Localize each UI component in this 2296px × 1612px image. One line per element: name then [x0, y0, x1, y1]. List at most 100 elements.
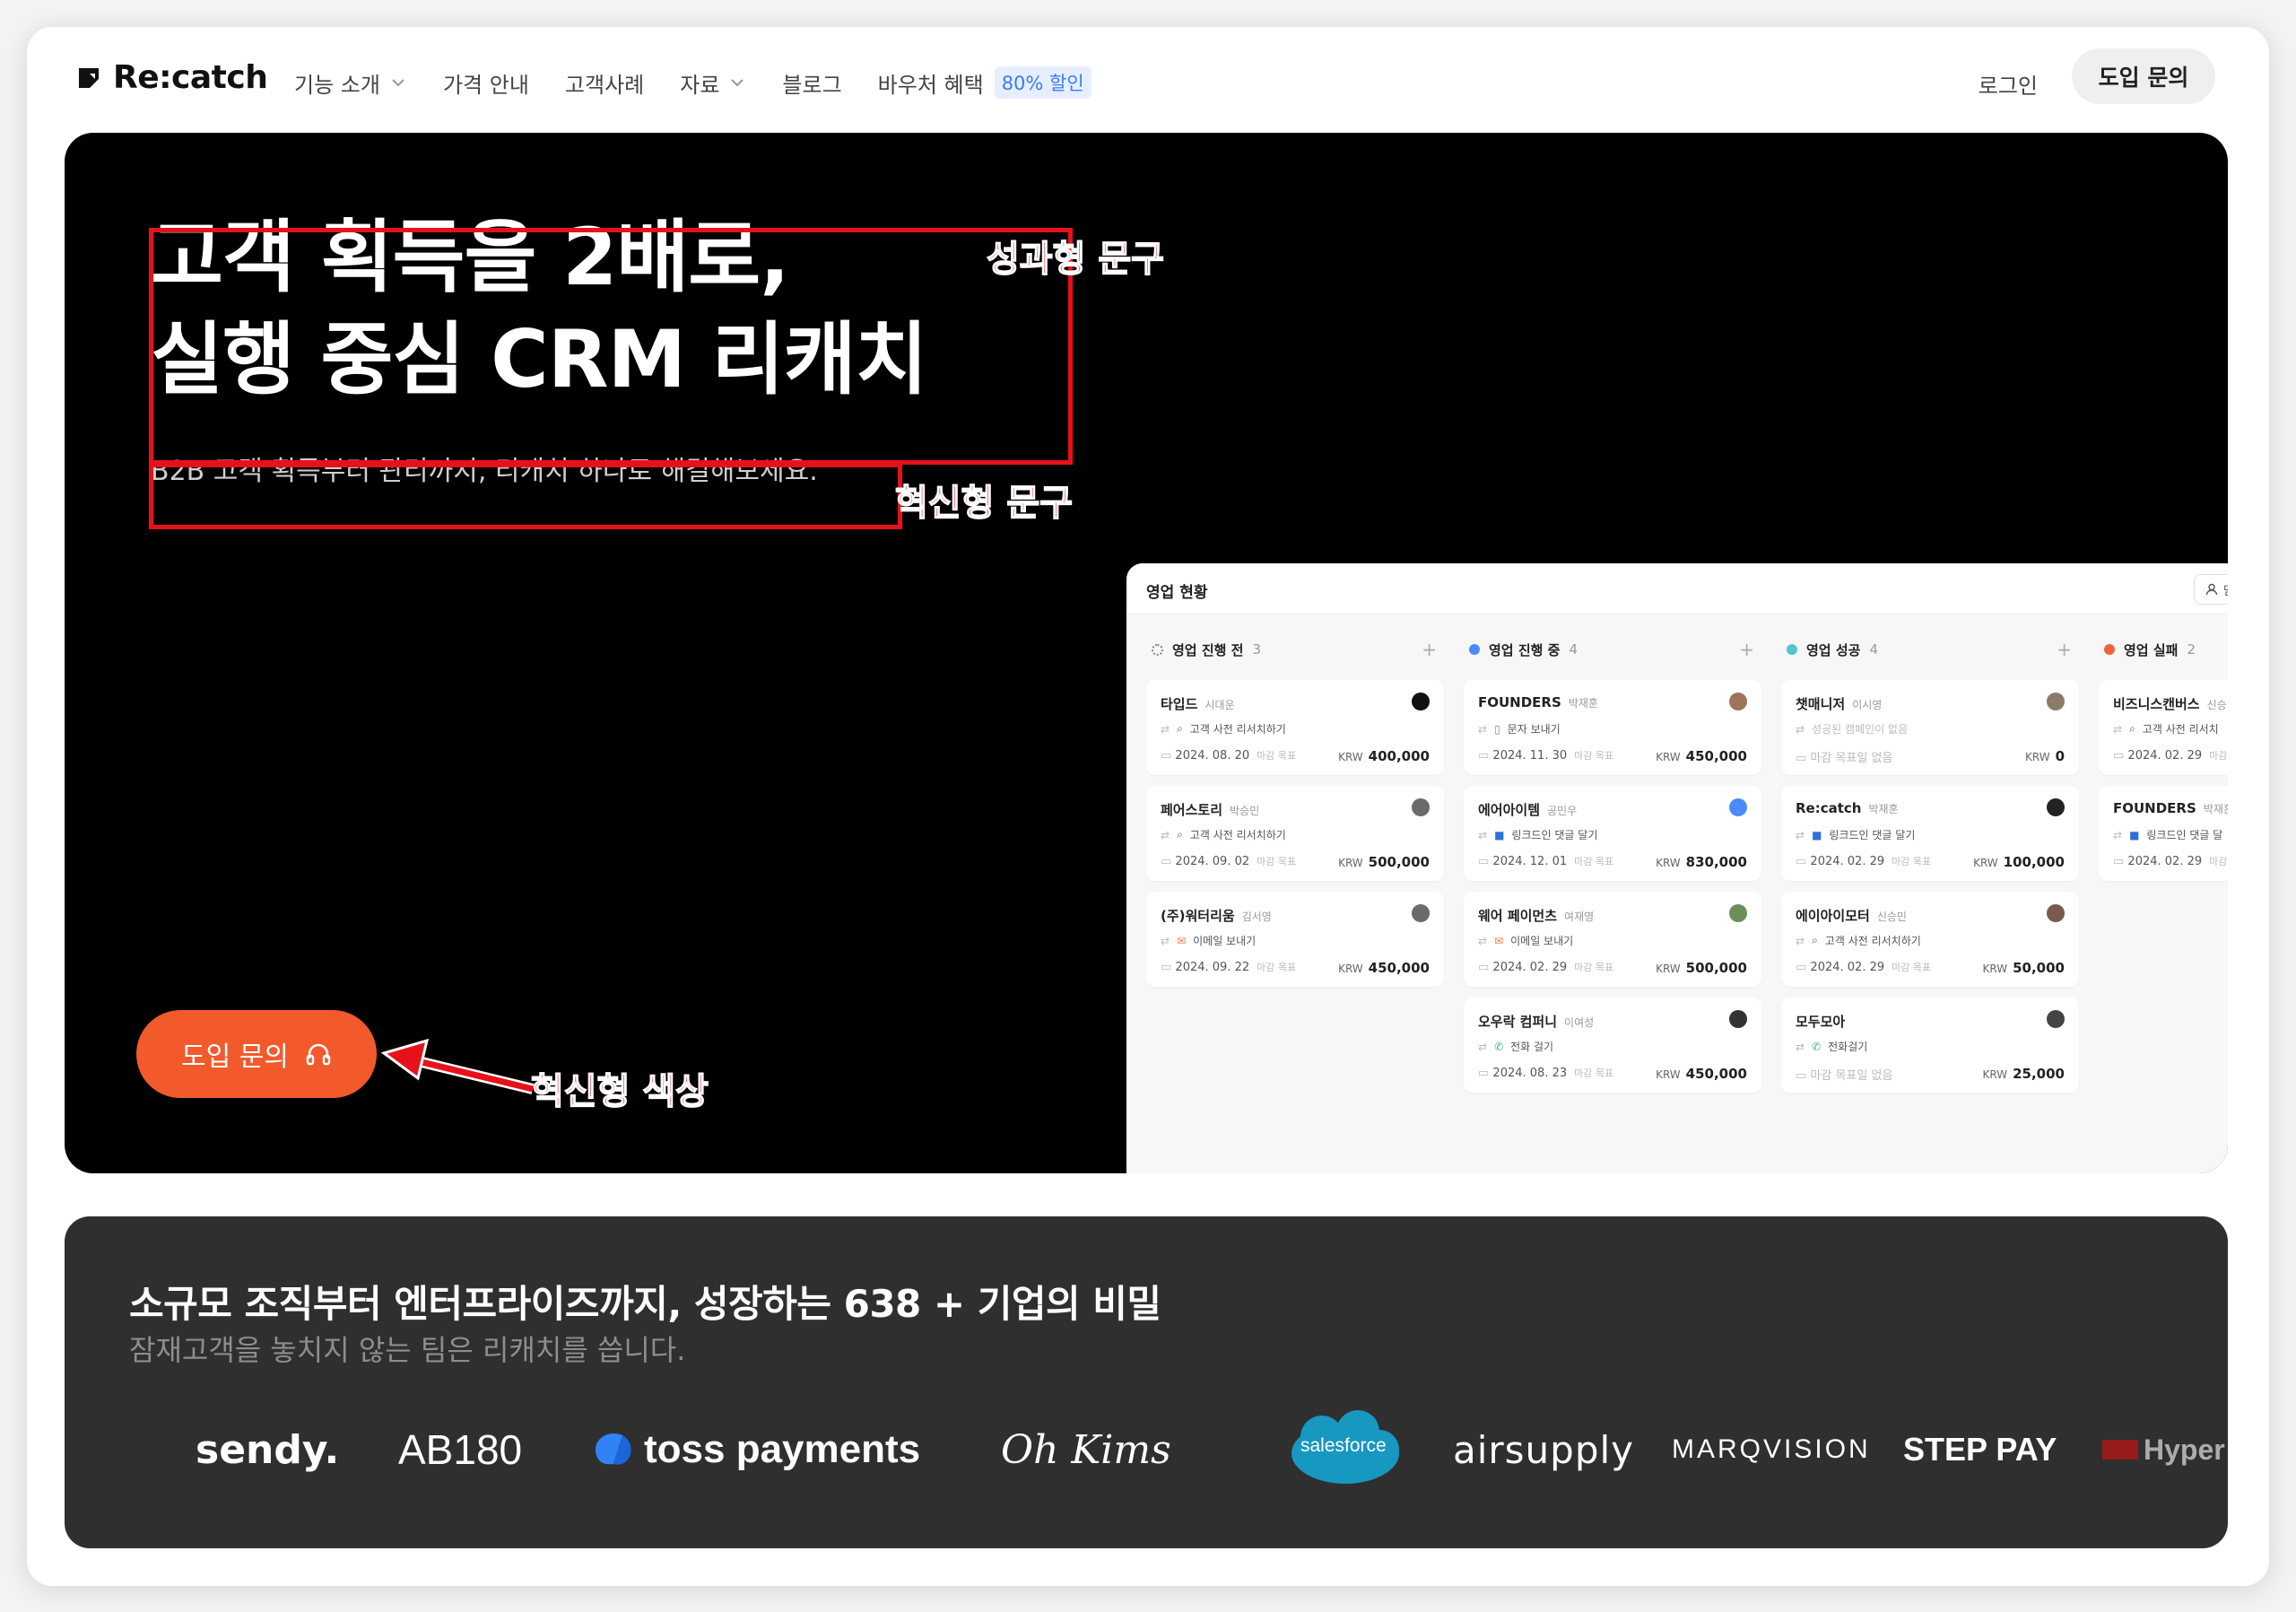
nav-item-voucher[interactable]: 바우처 혜택 [878, 67, 984, 99]
deal-date-note: 마감 목표 [1574, 856, 1614, 867]
annotation-box-title [149, 228, 1073, 465]
deal-date: 2024. 02. 29 [1810, 961, 1885, 974]
deal-card[interactable]: FOUNDERS박재훈 ⇄■링크드인 댓글 달 ▭ 2024. 02. 29마감 [2099, 786, 2228, 881]
column-header: 영업 진행 전 3 + [1146, 630, 1444, 669]
deal-amount: 0 [2055, 748, 2065, 764]
deal-card[interactable]: 오우락 컴퍼니 이여성 ⇄ ✆ 전화 걸기 ▭ 2024. 08. 23 마감 목표 K… [1464, 998, 1761, 1093]
calendar-icon: ▭ [1478, 749, 1493, 762]
deal-amount: 500,000 [1368, 854, 1430, 870]
calendar-icon: ▭ [1478, 855, 1493, 868]
status-dot-icon [2104, 644, 2115, 655]
column-header: 영업 성공 4 + [1781, 630, 2079, 669]
logo-toss-payments: toss payments [590, 1405, 920, 1494]
deal-card[interactable]: 웨어 페이먼츠 여재영 ⇄ ✉ 이메일 보내기 ▭ 2024. 02. 29 마감 목표… [1464, 892, 1761, 987]
nav-item-resources[interactable]: 자료 [680, 67, 746, 99]
deal-task: 링크드인 댓글 달기 [1829, 829, 1916, 841]
deal-owner: 시대운 [1205, 699, 1235, 711]
deal-task: 문자 보내기 [1507, 723, 1561, 736]
headset-icon [306, 1043, 331, 1066]
logo-airsupply: airsupply [1453, 1427, 1635, 1472]
linkedin-icon: ■ [2129, 828, 2140, 841]
deal-amount: 400,000 [1368, 748, 1430, 764]
deal-amount: 50,000 [2013, 960, 2065, 976]
deal-card[interactable]: Re:catch 박재훈 ⇄ ■ 링크드인 댓글 달기 ▭ 2024. 02. 29 마… [1781, 786, 2079, 881]
deal-task: 링크드인 댓글 달기 [1511, 829, 1598, 841]
status-dot-icon [1469, 644, 1480, 655]
deal-card[interactable]: 에이아이모터 신승민 ⇄ ⌕ 고객 사전 리서치하기 ▭ 2024. 02. 29 마감… [1781, 892, 2079, 987]
login-link[interactable]: 로그인 [1979, 68, 2038, 100]
deal-company: 비즈니스캔버스 [2113, 696, 2200, 712]
nav-item-label: 자료 [680, 72, 720, 98]
hero-contact-button-label: 도입 문의 [181, 1041, 289, 1073]
deal-owner: 박재훈 [1868, 803, 1899, 815]
nav-item-cases[interactable]: 고객사례 [565, 67, 644, 99]
add-card-icon[interactable]: + [2057, 639, 2072, 660]
brand-name: Re:catch [113, 59, 268, 96]
avatar [1412, 904, 1430, 922]
calendar-icon: ▭ [2113, 855, 2128, 868]
annotation-label-title: 성과형 문구 [986, 238, 1164, 281]
nav-item-blog[interactable]: 블로그 [782, 67, 841, 99]
hero-section: 고객 획득을 2배로, 실행 중심 CRM 리캐치 B2B 고객 획득부터 관리… [65, 133, 2228, 1173]
deal-task: 고객 사전 리서치 [2142, 723, 2219, 736]
deal-currency: KRW [1656, 857, 1681, 869]
calendar-icon: ▭ [1796, 855, 1811, 868]
deal-date: 2024. 11. 30 [1492, 749, 1568, 762]
voucher-discount-badge: 80% 할인 [994, 66, 1091, 99]
deal-date-note: 마감 목표 [1257, 750, 1297, 762]
logo-ohkims: Oh Kims [1001, 1426, 1171, 1473]
deal-card[interactable]: 페어스토리 박승민 ⇄ ⌕ 고객 사전 리서치하기 ▭ 2024. 09. 02 마감 … [1146, 786, 1444, 881]
logo-ab180: AB180 [398, 1426, 523, 1473]
deal-card[interactable]: 에어아이템 공민우 ⇄ ■ 링크드인 댓글 달기 ▭ 2024. 12. 01 마감 목… [1464, 786, 1761, 881]
phone-icon: ✆ [1812, 1040, 1822, 1053]
logo-toss-text: toss payments [644, 1427, 921, 1471]
deal-card[interactable]: (주)워터리움 김서영 ⇄ ✉ 이메일 보내기 ▭ 2024. 09. 22 마감 목표… [1146, 892, 1444, 987]
deal-date: 2024. 12. 01 [1492, 855, 1568, 868]
column-header: 영업 진행 중 4 + [1464, 630, 1761, 669]
status-dot-icon [1787, 644, 1797, 655]
deal-owner: 신승민 [1876, 911, 1907, 923]
calendar-icon: ▭ [1161, 855, 1176, 868]
deal-date: 마감 목표일 없음 [1810, 752, 1893, 765]
deal-date: 2024. 09. 02 [1175, 855, 1250, 868]
customers-title: 소규모 조직부터 엔터프라이즈까지, 성장하는 638 + 기업의 비밀 [129, 1282, 1161, 1326]
deal-company: 챗매니저 [1796, 696, 1846, 712]
deal-card[interactable]: 모두모아 ⇄ ✆ 전화걸기 ▭ 마감 목표일 없음 KRW 25,000 [1781, 998, 2079, 1093]
brand-logo[interactable]: Re:catch [77, 59, 268, 96]
nav-item-features[interactable]: 기능 소개 [294, 67, 407, 99]
deal-task: 고객 사전 리서치하기 [1189, 723, 1286, 736]
calendar-icon: ▭ [1161, 749, 1176, 762]
deal-date: 마감 목표일 없음 [1810, 1069, 1893, 1083]
nav-item-label: 고객사례 [564, 72, 645, 98]
hero-contact-button[interactable]: 도입 문의 [136, 1010, 377, 1098]
column-count: 2 [2187, 641, 2196, 658]
deal-task: 링크드인 댓글 달 [2146, 829, 2223, 841]
nav-menu: 기능 소개 가격 안내 고객사례 자료 블로그 바우처 혜택 80% 할인 [294, 66, 1091, 99]
avatar [1729, 904, 1747, 922]
deal-card[interactable]: 챗매니저 이시영 ⇄ 성공된 캠페인이 없음 ▭ 마감 목표일 없음 KRW 0 [1781, 680, 2079, 775]
deal-owner: 박승민 [1230, 805, 1260, 817]
chevron-down-icon [392, 79, 404, 87]
phone-icon: ✆ [1494, 1040, 1504, 1053]
calendar-icon: ▭ [1478, 961, 1493, 974]
deal-date-note: 마감 [2209, 750, 2228, 762]
deal-company: 웨어 페이먼츠 [1478, 908, 1558, 924]
contact-button-top[interactable]: 도입 문의 [2072, 48, 2215, 104]
avatar [2047, 904, 2065, 922]
assignee-filter-button[interactable]: 담당 [2194, 574, 2228, 605]
nav-item-pricing[interactable]: 가격 안내 [443, 67, 529, 99]
pipeline-column: 영업 실패 2 비즈니스캔버스신승민 ⇄⌕고객 사전 리서치 ▭ 2024. 0… [2099, 630, 2228, 1093]
annotation-arrow-icon [380, 1038, 535, 1094]
add-card-icon[interactable]: + [1739, 639, 1754, 660]
deal-card[interactable]: 비즈니스캔버스신승민 ⇄⌕고객 사전 리서치 ▭ 2024. 02. 29마감 [2099, 680, 2228, 775]
deal-card[interactable]: FOUNDERS 박재훈 ⇄ ▯ 문자 보내기 ▭ 2024. 11. 30 마감 목표… [1464, 680, 1761, 775]
deal-card[interactable]: 타입드 시대운 ⇄ ⌕ 고객 사전 리서치하기 ▭ 2024. 08. 20 마감 목표… [1146, 680, 1444, 775]
deal-currency: KRW [1656, 963, 1681, 975]
calendar-icon: ▭ [1478, 1067, 1493, 1080]
pipeline-column: 영업 성공 4 + 챗매니저 이시영 ⇄ 성공된 캠페인이 없음 ▭ 마감 목표일 … [1781, 630, 2079, 1093]
column-name: 영업 실패 [2124, 641, 2179, 658]
add-card-icon[interactable]: + [1422, 639, 1437, 660]
nav-item-label: 블로그 [782, 72, 842, 98]
calendar-icon: ▭ [2113, 749, 2128, 762]
deal-date-note: 마감 목표 [1892, 962, 1932, 973]
